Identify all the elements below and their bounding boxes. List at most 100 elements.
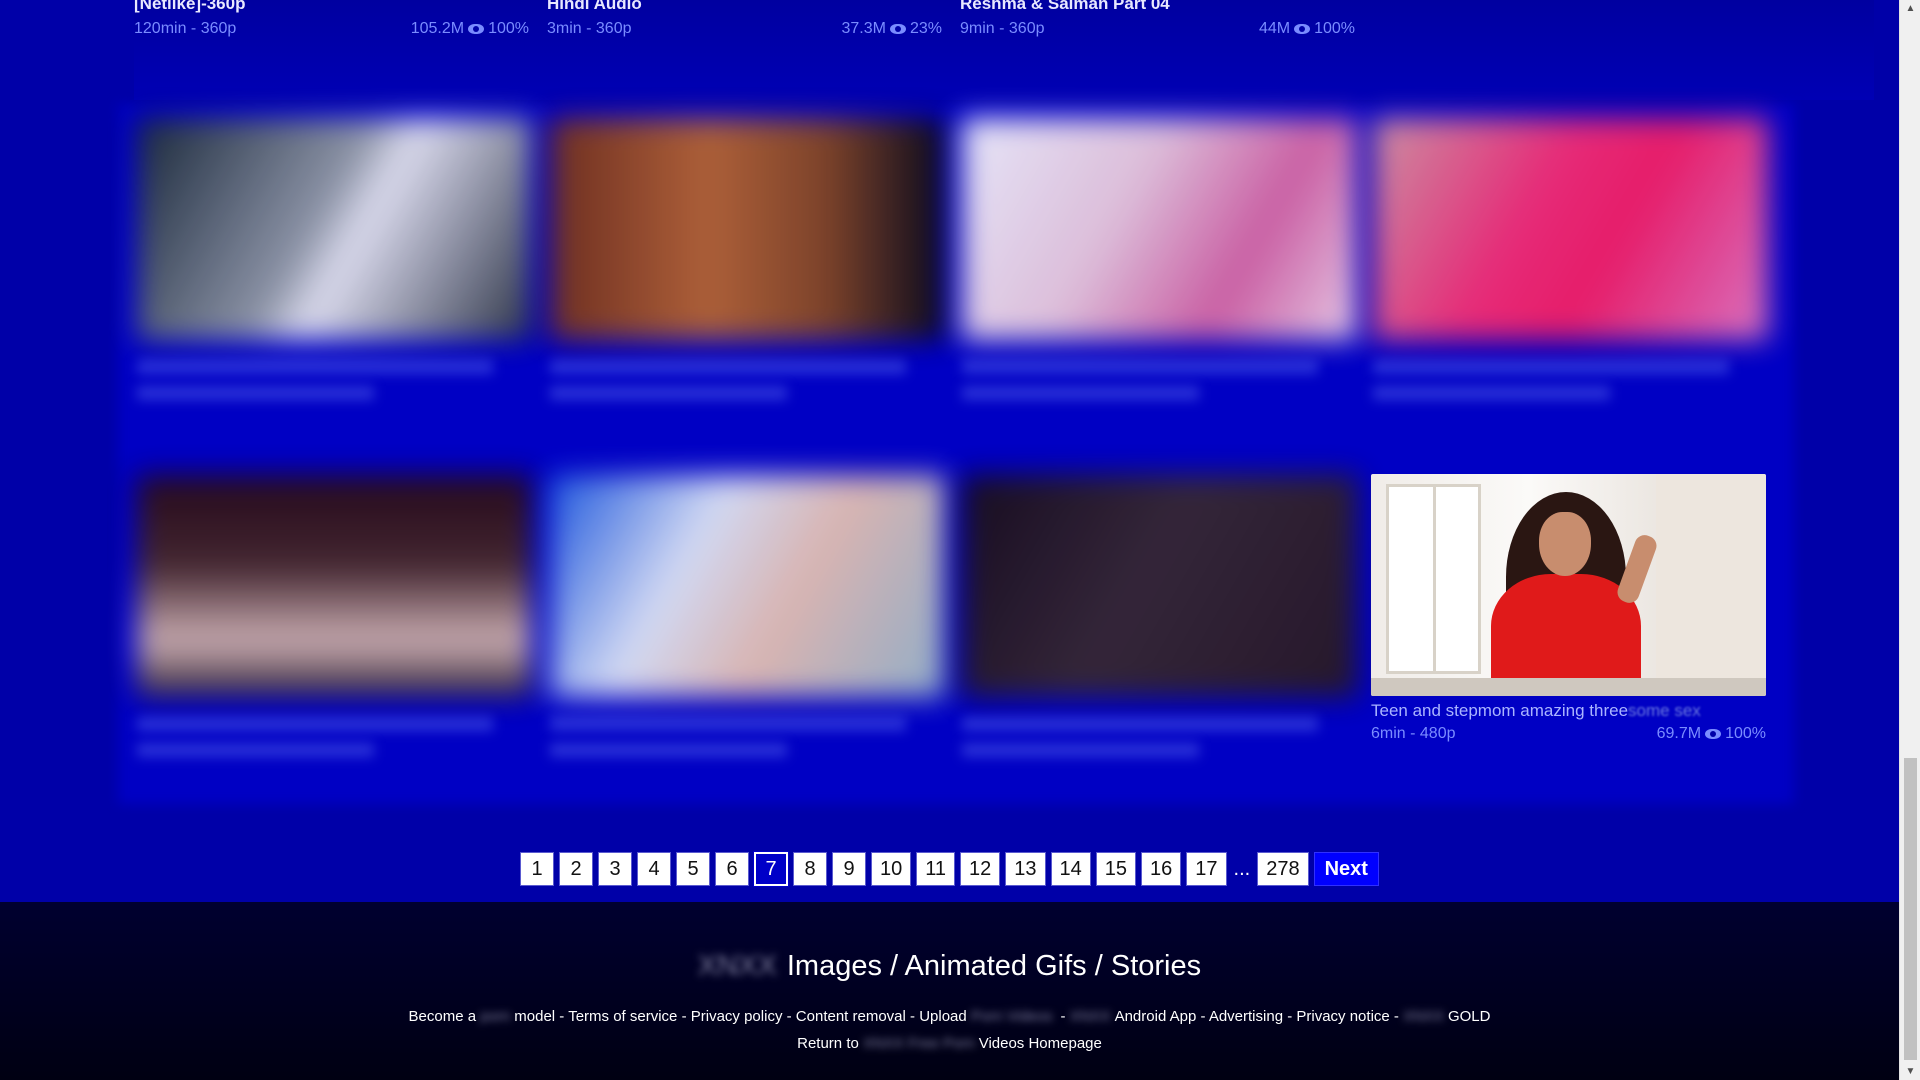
vertical-scrollbar[interactable]: ▲ ▼	[1899, 0, 1920, 1080]
gold-link[interactable]: GOLD	[1448, 1008, 1491, 1025]
model-link[interactable]: model	[514, 1008, 555, 1025]
page-button[interactable]: 3	[598, 852, 633, 886]
video-card-featured[interactable]: Teen and stepmom amazing threesome sex 6…	[1371, 474, 1766, 743]
rating: 23%	[909, 20, 942, 37]
arrow-down-icon[interactable]: ▼	[1900, 1063, 1920, 1080]
video-stats: 44M 100%	[1259, 20, 1355, 38]
video-title[interactable]: Teen and stepmom amazing threesome sex	[1371, 701, 1766, 721]
video-thumbnail[interactable]	[550, 118, 945, 340]
rating: 100%	[1725, 725, 1766, 742]
footer-links: Become a porn model - Terms of service - …	[0, 1008, 1899, 1025]
footer-title: XNXX Images / Animated Gifs / Stories	[0, 950, 1899, 983]
video-thumbnail[interactable]	[962, 475, 1357, 697]
separator: -	[559, 1008, 565, 1025]
blurred-meta	[550, 386, 787, 400]
become-model-link[interactable]: Become a	[409, 1008, 477, 1025]
blurred-text: Porn Videos	[970, 1008, 1053, 1025]
page-button[interactable]: 14	[1050, 852, 1091, 886]
terms-link[interactable]: Terms of service	[568, 1008, 677, 1025]
privacy-policy-link[interactable]: Privacy policy	[691, 1008, 783, 1025]
thumb-window	[1386, 484, 1481, 674]
thumb-door	[1656, 474, 1766, 696]
video-card-blurred[interactable]	[550, 475, 945, 757]
arrow-up-icon[interactable]: ▲	[1900, 0, 1920, 17]
page-button[interactable]: 10	[871, 852, 912, 886]
video-card[interactable]: Hindi Audio 3min - 360p 37.3M 23%	[547, 0, 942, 38]
video-card[interactable]: [Netlike]-360p 120min - 360p 105.2M 100%	[134, 0, 529, 38]
blurred-title	[550, 360, 906, 374]
video-thumbnail[interactable]	[1371, 474, 1766, 696]
video-stats: 37.3M 23%	[842, 20, 943, 38]
eye-icon	[889, 24, 906, 34]
video-meta: 120min - 360p 105.2M 100%	[134, 20, 529, 38]
video-meta: 3min - 360p 37.3M 23%	[547, 20, 942, 38]
video-thumbnail[interactable]	[1373, 118, 1768, 340]
blurred-text: XNXX	[1069, 1008, 1111, 1025]
separator: -	[786, 1008, 792, 1025]
video-card-blurred[interactable]	[962, 475, 1357, 757]
video-thumbnail[interactable]	[962, 118, 1357, 340]
page-button[interactable]: 11	[916, 852, 956, 886]
blurred-text: XNXX Free Porn	[863, 1035, 975, 1052]
thumb-floor	[1371, 678, 1766, 696]
next-page-button[interactable]: Next	[1313, 852, 1379, 886]
homepage-link[interactable]: Videos Homepage	[979, 1035, 1102, 1052]
video-stats: 105.2M 100%	[411, 20, 529, 38]
page-button-last[interactable]: 278	[1257, 852, 1309, 886]
android-app-link[interactable]: Android App	[1115, 1008, 1197, 1025]
video-card-blurred[interactable]	[137, 475, 532, 757]
video-thumbnail[interactable]	[137, 118, 532, 340]
eye-icon	[1294, 24, 1311, 34]
separator: -	[1200, 1008, 1206, 1025]
page-button[interactable]: 8	[793, 852, 828, 886]
blurred-title	[962, 717, 1318, 731]
blurred-text: XNXX	[1403, 1008, 1444, 1025]
page-button[interactable]: 16	[1141, 852, 1182, 886]
video-duration: 6min - 480p	[1371, 725, 1456, 742]
footer-title-link[interactable]: Images / Animated Gifs / Stories	[787, 950, 1201, 982]
video-card-blurred[interactable]	[962, 118, 1357, 400]
return-text: Return to	[797, 1035, 859, 1052]
separator: -	[681, 1008, 687, 1025]
video-card[interactable]: Reshma & Salman Part 04 9min - 360p 44M …	[960, 0, 1355, 38]
page-button[interactable]: 15	[1095, 852, 1137, 886]
video-title[interactable]: Reshma & Salman Part 04	[960, 0, 1355, 14]
video-card-blurred[interactable]	[550, 118, 945, 400]
video-thumbnail[interactable]	[550, 475, 945, 697]
view-count: 44M	[1258, 20, 1291, 37]
video-row-top: [Netlike]-360p 120min - 360p 105.2M 100%…	[134, 0, 1874, 100]
page-button[interactable]: 5	[676, 852, 711, 886]
privacy-notice-link[interactable]: Privacy notice	[1296, 1008, 1389, 1025]
pagination-ellipsis: ...	[1233, 857, 1251, 880]
page-button[interactable]: 13	[1005, 852, 1046, 886]
view-count: 69.7M	[1656, 725, 1702, 742]
page-button[interactable]: 1	[520, 852, 555, 886]
content-removal-link[interactable]: Content removal	[796, 1008, 906, 1025]
video-duration: 9min - 360p	[960, 20, 1045, 37]
video-meta: 9min - 360p 44M 100%	[960, 20, 1355, 38]
page-button[interactable]: 6	[715, 852, 750, 886]
blurred-title	[1373, 360, 1729, 374]
page-button[interactable]: 4	[637, 852, 672, 886]
video-duration: 3min - 360p	[547, 20, 632, 37]
eye-icon	[468, 24, 485, 34]
upload-link[interactable]: Upload	[919, 1008, 967, 1025]
page-button[interactable]: 17	[1186, 852, 1227, 886]
page-button-current[interactable]: 7	[753, 851, 790, 887]
scrollbar-thumb[interactable]	[1904, 758, 1917, 1060]
site-name-blurred: XNXX	[697, 950, 777, 982]
video-title[interactable]: Hindi Audio	[547, 0, 942, 14]
advertising-link[interactable]: Advertising	[1209, 1008, 1283, 1025]
page-button[interactable]: 12	[960, 852, 1001, 886]
page-button[interactable]: 9	[832, 852, 867, 886]
video-title[interactable]: [Netlike]-360p	[134, 0, 529, 14]
video-card-blurred[interactable]	[137, 118, 532, 400]
blurred-meta	[1373, 386, 1610, 400]
blurred-meta	[550, 743, 787, 757]
footer-return: Return to XNXX Free Porn Videos Homepage	[0, 1035, 1899, 1052]
video-stats: 69.7M 100%	[1657, 725, 1766, 743]
page-button[interactable]: 2	[559, 852, 594, 886]
video-thumbnail[interactable]	[137, 475, 532, 697]
separator: -	[910, 1008, 916, 1025]
video-card-blurred[interactable]	[1373, 118, 1768, 400]
